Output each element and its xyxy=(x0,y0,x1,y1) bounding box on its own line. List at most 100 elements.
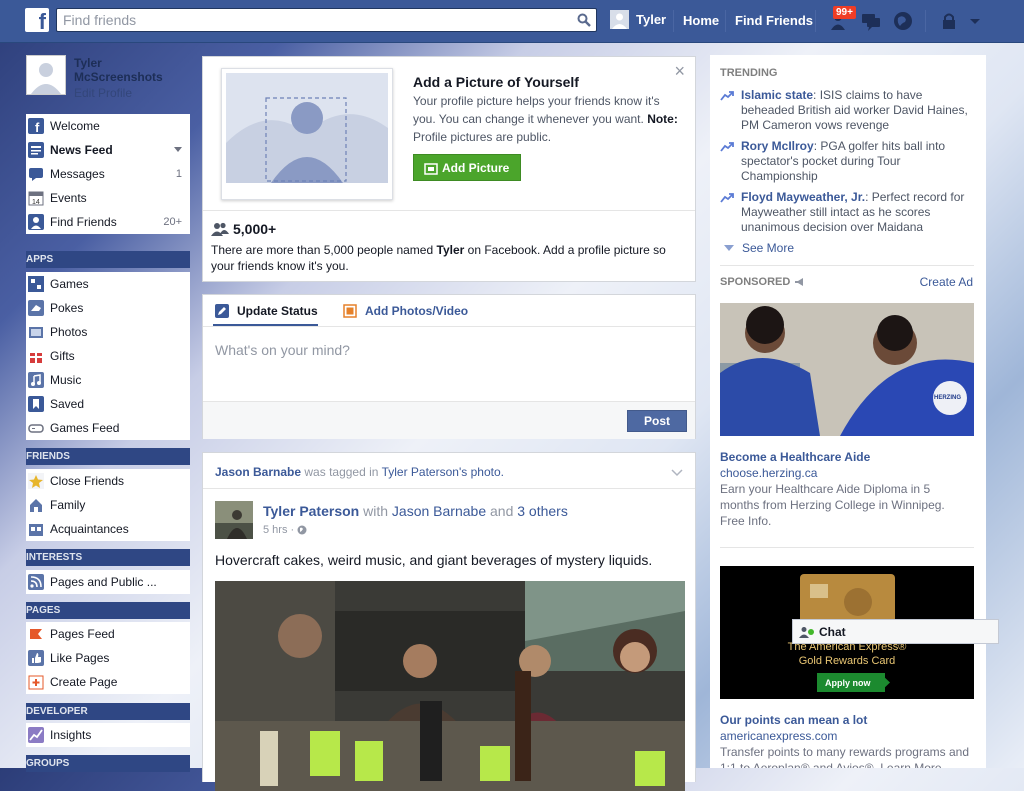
sidebar-item-find-friends[interactable]: Find Friends 20+ xyxy=(26,210,190,234)
trending-arrow-icon xyxy=(720,91,734,101)
post-button[interactable]: Post xyxy=(627,410,687,432)
story-author-line: Tyler Paterson with Jason Barnabe and 3 … xyxy=(263,503,568,519)
find-friends-link[interactable]: Find Friends xyxy=(735,13,813,28)
chat-tab[interactable]: Chat xyxy=(792,619,999,644)
ad-domain[interactable]: choose.herzing.ca xyxy=(720,466,817,480)
trending-item[interactable]: Islamic state: ISIS claims to have behea… xyxy=(720,88,975,133)
search-box xyxy=(56,8,597,32)
camera-icon xyxy=(424,162,438,175)
sidebar-item-pages-and-public[interactable]: Pages and Public ... xyxy=(26,570,190,594)
right-column: TRENDING Islamic state: ISIS claims to h… xyxy=(710,55,986,768)
sidebar-item-like-pages[interactable]: Like Pages xyxy=(26,646,190,670)
ad-title[interactable]: Our points can mean a lot xyxy=(720,713,867,727)
sidebar-item-family[interactable]: Family xyxy=(26,493,190,517)
ad-title[interactable]: Become a Healthcare Aide xyxy=(720,450,870,464)
gift-icon xyxy=(30,353,42,363)
others-link[interactable]: 3 others xyxy=(517,503,568,519)
photo-owner-link[interactable]: Tyler Paterson's xyxy=(382,465,468,479)
ad-domain[interactable]: americanexpress.com xyxy=(720,729,837,743)
tagged-user-link[interactable]: Jason Barnabe xyxy=(215,465,301,479)
sidebar-item-welcome[interactable]: f Welcome xyxy=(26,114,190,138)
story-text: Hovercraft cakes, weird music, and giant… xyxy=(215,552,653,568)
story-header: Jason Barnabe was tagged in Tyler Paters… xyxy=(215,465,504,479)
thumbs-up-icon xyxy=(28,650,44,666)
divider xyxy=(203,488,695,489)
status-composer: Update Status Add Photos/Video What's on… xyxy=(202,294,696,439)
apps-section-header: APPS xyxy=(26,251,190,268)
ad-description: Earn your Healthcare Aide Diploma in 5 m… xyxy=(720,482,945,528)
with-user-link[interactable]: Jason Barnabe xyxy=(392,503,486,519)
svg-text:f: f xyxy=(35,120,40,134)
profile-picture[interactable] xyxy=(26,55,66,95)
trending-topic[interactable]: Islamic state xyxy=(741,88,813,102)
sidebar-item-events[interactable]: 14 Events xyxy=(26,186,190,210)
story-photo[interactable] xyxy=(215,581,685,791)
trending-topic[interactable]: Rory McIlroy xyxy=(741,139,814,153)
sidebar-item-games-feed[interactable]: Games Feed xyxy=(26,416,190,440)
messages-icon[interactable] xyxy=(860,10,882,32)
trending-arrow-icon xyxy=(720,142,734,152)
photos-icon xyxy=(29,327,43,338)
trending-topic[interactable]: Floyd Mayweather, Jr. xyxy=(741,190,865,204)
insights-icon xyxy=(28,727,44,743)
sidebar-item-create-page[interactable]: Create Page xyxy=(26,670,190,694)
sidebar-item-acquaintances[interactable]: Acquaintances xyxy=(26,517,190,541)
find-friends-count: 20+ xyxy=(163,216,182,228)
sidebar-main-nav: f Welcome News Feed Messages 1 14 Events… xyxy=(26,114,190,234)
create-ad-link[interactable]: Create Ad xyxy=(920,275,973,289)
photo-link[interactable]: photo. xyxy=(471,465,504,479)
ad-badge-text: HERZING xyxy=(934,395,961,401)
globe-icon[interactable] xyxy=(297,525,307,535)
trending-arrow-icon xyxy=(720,193,734,203)
pokes-icon xyxy=(28,300,44,316)
sidebar-item-photos[interactable]: Photos xyxy=(26,320,190,344)
divider xyxy=(203,326,695,327)
search-icon[interactable] xyxy=(577,13,591,27)
profile-name: Tyler xyxy=(636,12,667,27)
sidebar-item-saved[interactable]: Saved xyxy=(26,392,190,416)
healthcare-ad-photo xyxy=(720,303,974,436)
find-friends-icon xyxy=(28,214,44,230)
facebook-logo[interactable]: f xyxy=(25,8,49,34)
interests-section-header: INTERESTS xyxy=(26,549,190,566)
sidebar-item-music[interactable]: Music xyxy=(26,368,190,392)
notification-badge: 99+ xyxy=(833,6,856,19)
home-link[interactable]: Home xyxy=(683,13,719,28)
author-link[interactable]: Tyler Paterson xyxy=(263,503,359,519)
sidebar-item-gifts[interactable]: Gifts xyxy=(26,344,190,368)
edit-profile-link[interactable]: Edit Profile xyxy=(74,86,132,100)
add-picture-button[interactable]: Add Picture xyxy=(413,154,521,181)
tab-update-status[interactable]: Update Status xyxy=(215,304,318,318)
groups-section-header: GROUPS xyxy=(26,755,190,772)
trending-item[interactable]: Floyd Mayweather, Jr.: Perfect record fo… xyxy=(720,190,975,235)
chevron-down-icon[interactable] xyxy=(964,10,986,32)
sidebar-item-pages-feed[interactable]: Pages Feed xyxy=(26,622,190,646)
sidebar-item-games[interactable]: Games xyxy=(26,272,190,296)
tab-add-photos[interactable]: Add Photos/Video xyxy=(343,304,468,318)
apply-now-button[interactable]: Apply now xyxy=(817,673,885,692)
globe-icon[interactable] xyxy=(892,10,914,32)
profile-link[interactable]: Tyler xyxy=(610,10,666,29)
ad-image[interactable]: HERZING xyxy=(720,303,974,436)
close-icon[interactable]: × xyxy=(674,61,685,82)
search-input[interactable] xyxy=(57,9,569,31)
sidebar-item-pokes[interactable]: Pokes xyxy=(26,296,190,320)
status-input[interactable]: What's on your mind? xyxy=(215,342,350,358)
ad-description: Transfer points to many rewards programs… xyxy=(720,745,969,768)
trending-item[interactable]: Rory McIlroy: PGA golfer hits ball into … xyxy=(720,139,975,184)
sidebar-item-news-feed[interactable]: News Feed xyxy=(26,138,190,162)
sidebar-item-messages[interactable]: Messages 1 xyxy=(26,162,190,186)
profile-placeholder-frame xyxy=(221,68,393,200)
chevron-down-icon[interactable] xyxy=(174,147,182,153)
author-avatar[interactable] xyxy=(215,501,253,539)
privacy-lock-icon[interactable] xyxy=(938,10,960,32)
people-icon xyxy=(211,222,229,236)
music-icon xyxy=(28,372,44,388)
chevron-down-icon[interactable] xyxy=(671,469,683,477)
name-count-row: 5,000+ xyxy=(211,221,276,237)
sidebar-item-insights[interactable]: Insights xyxy=(26,723,190,747)
divider xyxy=(815,10,816,32)
sidebar-profile-name[interactable]: Tyler McScreenshots xyxy=(74,56,184,84)
see-more-link[interactable]: See More xyxy=(724,241,794,255)
sidebar-item-close-friends[interactable]: Close Friends xyxy=(26,469,190,493)
